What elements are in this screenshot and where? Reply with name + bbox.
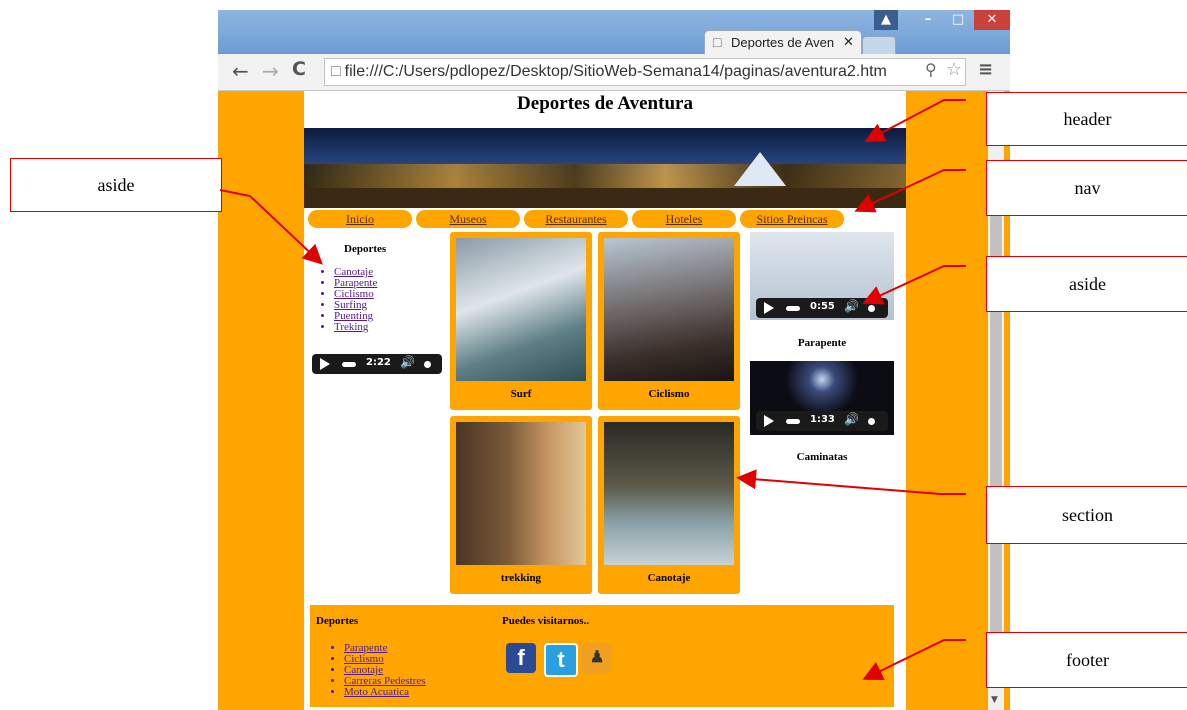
arrow-footer (862, 639, 966, 680)
annotation-arrows (219, 99, 966, 680)
arrow-aside-left (219, 189, 323, 265)
arrow-nav (854, 169, 966, 213)
arrow-header (864, 99, 966, 142)
arrow-aside-right (862, 265, 966, 305)
arrow-section (736, 469, 966, 495)
